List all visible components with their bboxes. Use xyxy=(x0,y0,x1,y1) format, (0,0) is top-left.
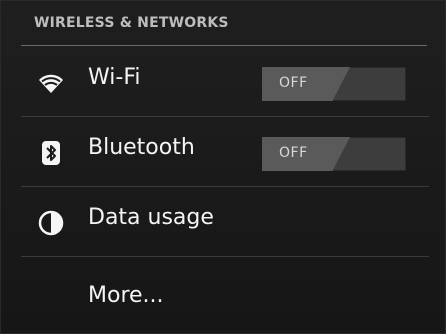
bluetooth-label: Bluetooth xyxy=(88,135,195,160)
bluetooth-toggle[interactable]: OFF xyxy=(262,137,406,171)
settings-item-data-usage[interactable]: Data usage xyxy=(1,187,446,257)
bluetooth-toggle-text: OFF xyxy=(279,145,308,161)
section-divider xyxy=(21,45,427,46)
settings-item-more[interactable]: More... xyxy=(1,257,446,327)
wifi-icon xyxy=(34,69,68,97)
wifi-toggle[interactable]: OFF xyxy=(262,67,406,101)
bluetooth-icon xyxy=(34,139,68,167)
section-title: WIRELESS & NETWORKS xyxy=(34,15,229,31)
wifi-toggle-text: OFF xyxy=(279,75,308,91)
wifi-label: Wi-Fi xyxy=(88,65,141,90)
settings-item-wifi[interactable]: Wi-Fi OFF xyxy=(1,47,446,117)
settings-item-bluetooth[interactable]: Bluetooth OFF xyxy=(1,117,446,187)
data-usage-icon xyxy=(34,209,68,237)
data-usage-label: Data usage xyxy=(88,205,214,230)
settings-screen: WIRELESS & NETWORKS Wi-Fi OFF Bluetooth xyxy=(0,0,446,334)
more-label: More... xyxy=(88,283,164,308)
